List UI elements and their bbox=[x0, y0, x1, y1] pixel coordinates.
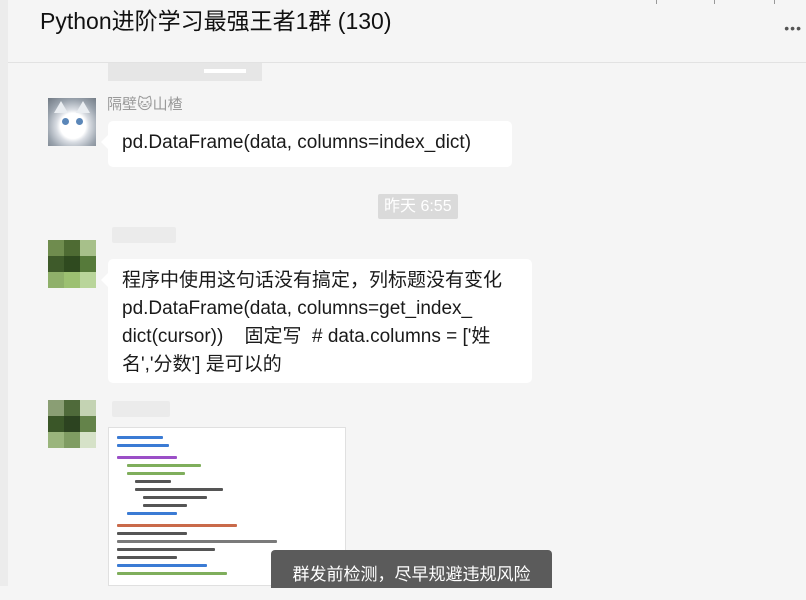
previous-message-fragment bbox=[108, 63, 262, 81]
avatar[interactable] bbox=[48, 98, 96, 146]
message-bubble[interactable]: 程序中使用这句话没有搞定，列标题没有变化 pd.DataFrame(data, … bbox=[101, 259, 532, 383]
left-panel-edge bbox=[0, 0, 8, 586]
more-options-icon[interactable]: ••• bbox=[784, 20, 802, 36]
message-text: pd.DataFrame(data, columns=index_dict) bbox=[122, 132, 472, 153]
warning-toast: 群发前检测，尽早规避违规风险 bbox=[271, 550, 552, 588]
avatar[interactable] bbox=[48, 400, 96, 448]
message-text: 程序中使用这句话没有搞定，列标题没有变化 pd.DataFrame(data, … bbox=[122, 270, 503, 375]
window-controls[interactable] bbox=[656, 0, 776, 4]
sender-name[interactable] bbox=[112, 227, 176, 243]
message-bubble[interactable]: pd.DataFrame(data, columns=index_dict) bbox=[101, 121, 512, 167]
avatar[interactable] bbox=[48, 240, 96, 288]
sender-name[interactable]: 隔壁🐱山楂 bbox=[107, 93, 183, 114]
message-list[interactable]: 隔壁🐱山楂 pd.DataFrame(data, columns=index_d… bbox=[8, 63, 806, 586]
chat-title: Python进阶学习最强王者1群 (130) bbox=[40, 8, 392, 34]
timestamp: 昨天 6:55 bbox=[378, 194, 458, 219]
chat-header: Python进阶学习最强王者1群 (130) ••• bbox=[8, 0, 806, 63]
sender-name[interactable] bbox=[112, 401, 170, 417]
